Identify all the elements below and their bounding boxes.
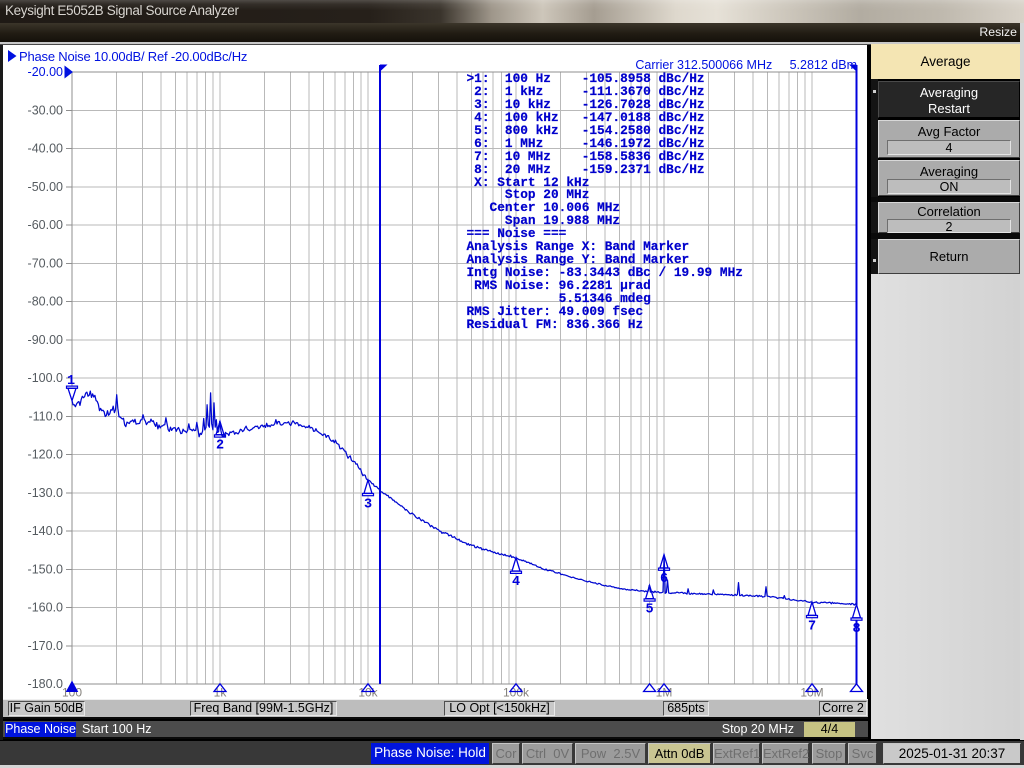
svg-text:100k: 100k — [503, 686, 530, 700]
svg-text:-100.0: -100.0 — [28, 371, 63, 385]
svg-text:-80.00: -80.00 — [28, 295, 63, 309]
svg-text:-150.0: -150.0 — [28, 563, 63, 577]
svg-text:-130.0: -130.0 — [28, 486, 63, 500]
svg-text:-140.0: -140.0 — [28, 524, 63, 538]
svg-text:-90.00: -90.00 — [28, 333, 63, 347]
svg-text:-50.00: -50.00 — [28, 180, 63, 194]
svg-text:3: 3 — [364, 497, 372, 512]
svg-text:4: 4 — [512, 575, 520, 590]
svg-text:6: 6 — [660, 572, 668, 587]
svg-text:8: 8 — [852, 622, 860, 637]
svg-text:-180.0: -180.0 — [28, 677, 63, 691]
svg-text:10M: 10M — [800, 686, 823, 700]
svg-text:-170.0: -170.0 — [28, 639, 63, 653]
svg-text:1: 1 — [67, 374, 75, 389]
svg-text:-160.0: -160.0 — [28, 601, 63, 615]
svg-text:-70.00: -70.00 — [28, 256, 63, 270]
svg-text:-60.00: -60.00 — [28, 218, 63, 232]
svg-text:10k: 10k — [358, 686, 378, 700]
svg-text:-20.00: -20.00 — [28, 65, 63, 79]
svg-text:7: 7 — [808, 619, 816, 634]
svg-text:5: 5 — [646, 603, 654, 618]
svg-text:1M: 1M — [656, 686, 673, 700]
svg-text:-110.0: -110.0 — [28, 409, 63, 423]
svg-text:1k: 1k — [214, 686, 228, 700]
svg-text:-120.0: -120.0 — [28, 448, 63, 462]
svg-text:-40.00: -40.00 — [28, 142, 63, 156]
svg-text:2: 2 — [216, 439, 224, 454]
svg-text:-30.00: -30.00 — [28, 104, 63, 118]
